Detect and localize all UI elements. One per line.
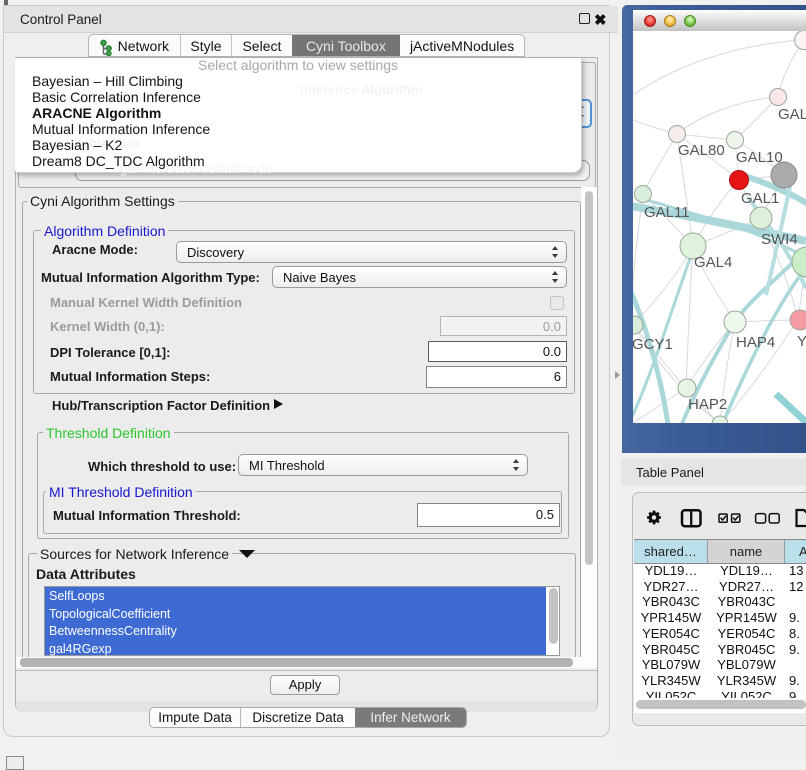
svg-text:GAL7: GAL7 xyxy=(778,106,806,123)
svg-text:Y: Y xyxy=(797,333,806,350)
svg-text:SWI4: SWI4 xyxy=(761,231,798,248)
svg-text:GAL11: GAL11 xyxy=(644,204,690,221)
svg-text:HAP2: HAP2 xyxy=(688,396,727,413)
svg-text:GCY1: GCY1 xyxy=(633,336,673,353)
svg-text:GAL1: GAL1 xyxy=(741,190,779,207)
svg-text:GAL10: GAL10 xyxy=(736,149,783,166)
svg-text:HAP4: HAP4 xyxy=(736,334,775,351)
svg-text:GAL80: GAL80 xyxy=(678,142,725,159)
svg-text:GAL4: GAL4 xyxy=(694,254,732,271)
